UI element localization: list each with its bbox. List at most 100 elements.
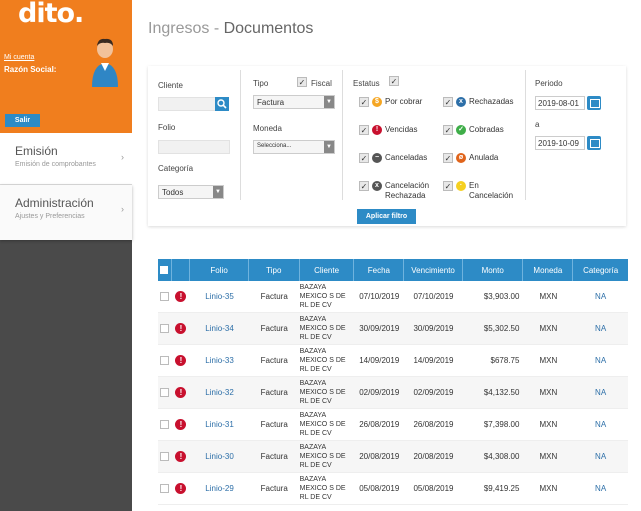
row-select-cell (158, 473, 172, 504)
select-all-checkbox[interactable] (160, 266, 169, 274)
search-icon (217, 99, 227, 109)
row-select-cell (158, 345, 172, 376)
folio-link[interactable]: Linio-30 (190, 441, 249, 472)
monto-cell: $4,308.00 (483, 452, 520, 461)
header-folio[interactable]: Folio (190, 259, 249, 281)
status-rechazadas-checkbox[interactable]: ✓ (443, 97, 453, 107)
header-categoria[interactable]: Categoría (573, 259, 628, 281)
row-checkbox[interactable] (160, 452, 170, 461)
header-cliente[interactable]: Cliente (300, 259, 355, 281)
row-select-cell (158, 409, 172, 440)
table-row[interactable]: ! Linio-34 Factura BAZAYA MEXICO S DE RL… (158, 313, 628, 345)
vencimiento-cell: 14/09/2019 (413, 356, 454, 365)
categoria-cell[interactable]: NA (573, 313, 628, 344)
table-row[interactable]: ! Linio-29 Factura BAZAYA MEXICO S DE RL… (158, 473, 628, 505)
fiscal-label: Fiscal (311, 79, 332, 88)
categoria-select[interactable]: Todos ▼ (158, 185, 224, 199)
cliente-cell: BAZAYA MEXICO S DE RL DE CV (299, 444, 346, 469)
filters-panel: Cliente Folio Categoría Todos ▼ Tipo ✓ Fi… (148, 66, 626, 226)
sidebar-item-sublabel: Ajustes y Preferencias (15, 213, 85, 220)
tipo-cell: Factura (260, 452, 288, 461)
row-checkbox[interactable] (160, 356, 170, 365)
tipo-select[interactable]: Factura ▼ (253, 95, 335, 109)
header-vencimiento[interactable]: Vencimiento (404, 259, 463, 281)
categoria-cell[interactable]: NA (573, 473, 628, 504)
cliente-input[interactable] (158, 97, 216, 111)
moneda-cell: MXN (539, 452, 558, 461)
page-title-section: Ingresos (148, 20, 210, 37)
status-canceladas-checkbox[interactable]: ✓ (359, 153, 369, 163)
folio-link[interactable]: Linio-32 (190, 377, 249, 408)
header-fecha[interactable]: Fecha (354, 259, 405, 281)
vencimiento-cell: 02/09/2019 (413, 388, 454, 397)
categoria-cell[interactable]: NA (573, 377, 628, 408)
table-row[interactable]: ! Linio-30 Factura BAZAYA MEXICO S DE RL… (158, 441, 628, 473)
vencimiento-cell: 05/08/2019 (413, 484, 454, 493)
moneda-cell: MXN (539, 388, 558, 397)
date-to-input[interactable]: 2019-10-09 (535, 136, 585, 150)
logout-button[interactable]: Salir (5, 114, 40, 127)
row-checkbox[interactable] (160, 324, 170, 333)
calendar-icon[interactable] (587, 136, 601, 150)
status-label: Vencidas (385, 125, 418, 134)
my-account-link[interactable]: Mi cuenta (4, 54, 34, 61)
folio-link[interactable]: Linio-35 (190, 281, 249, 312)
status-label: Por cobrar (385, 97, 423, 106)
status-anulada-checkbox[interactable]: ✓ (443, 153, 453, 163)
folio-link[interactable]: Linio-29 (190, 473, 249, 504)
categoria-cell[interactable]: NA (573, 345, 628, 376)
page-title-page: Documentos (223, 20, 314, 37)
status-cobradas-checkbox[interactable]: ✓ (443, 125, 453, 135)
apply-filter-button[interactable]: Aplicar filtro (357, 209, 416, 224)
vencimiento-cell: 20/08/2019 (413, 452, 454, 461)
folio-input[interactable] (158, 140, 230, 154)
sidebar-item-emision[interactable]: Emisión Emisión de comprobantes › (0, 133, 132, 185)
status-por-cobrar-checkbox[interactable]: ✓ (359, 97, 369, 107)
header-monto[interactable]: Monto (463, 259, 524, 281)
periodo-label: Periodo (535, 79, 563, 88)
fecha-cell: 20/08/2019 (359, 452, 400, 461)
estatus-all-checkbox[interactable]: ✓ (389, 76, 399, 86)
table-row[interactable]: ! Linio-33 Factura BAZAYA MEXICO S DE RL… (158, 345, 628, 377)
tipo-label: Tipo (253, 79, 269, 88)
moneda-select[interactable]: Selecciona... ▼ (253, 140, 335, 154)
date-from-input[interactable]: 2019-08-01 (535, 96, 585, 110)
tipo-cell: Factura (260, 388, 288, 397)
row-checkbox[interactable] (160, 420, 170, 429)
folio-link[interactable]: Linio-33 (190, 345, 249, 376)
row-checkbox[interactable] (160, 388, 170, 397)
fiscal-checkbox[interactable]: ✓ (297, 77, 307, 87)
row-checkbox[interactable] (160, 484, 170, 493)
categoria-cell[interactable]: NA (573, 409, 628, 440)
chevron-right-icon: › (121, 152, 124, 162)
status-label: Anulada (469, 153, 499, 162)
vencida-status-icon: ! (175, 323, 187, 334)
cliente-cell: BAZAYA MEXICO S DE RL DE CV (299, 316, 346, 341)
categoria-cell[interactable]: NA (573, 441, 628, 472)
a-label: a (535, 120, 540, 129)
categoria-cell[interactable]: NA (573, 281, 628, 312)
folio-label: Folio (158, 123, 176, 132)
divider (240, 70, 241, 200)
fecha-cell: 26/08/2019 (359, 420, 400, 429)
status-cancelacion-rechazada-checkbox[interactable]: ✓ (359, 181, 369, 191)
table-row[interactable]: ! Linio-31 Factura BAZAYA MEXICO S DE RL… (158, 409, 628, 441)
select-all-cell (158, 259, 172, 281)
table-row[interactable]: ! Linio-32 Factura BAZAYA MEXICO S DE RL… (158, 377, 628, 409)
header-tipo[interactable]: Tipo (249, 259, 300, 281)
folio-link[interactable]: Linio-34 (190, 313, 249, 344)
row-status-cell: ! (172, 345, 191, 376)
tipo-cell: Factura (260, 484, 288, 493)
header-moneda[interactable]: Moneda (523, 259, 574, 281)
rechazadas-icon: x (456, 97, 466, 107)
status-vencidas-checkbox[interactable]: ✓ (359, 125, 369, 135)
row-checkbox[interactable] (160, 292, 170, 301)
table-row[interactable]: ! Linio-35 Factura BAZAYA MEXICO S DE RL… (158, 281, 628, 313)
sidebar-item-administracion[interactable]: Administración Ajustes y Preferencias › (0, 185, 132, 240)
tipo-cell: Factura (260, 356, 288, 365)
calendar-icon[interactable] (587, 96, 601, 110)
folio-link[interactable]: Linio-31 (190, 409, 249, 440)
status-en-cancelacion-checkbox[interactable]: ✓ (443, 181, 453, 191)
search-client-button[interactable] (215, 97, 229, 111)
row-select-cell (158, 377, 172, 408)
